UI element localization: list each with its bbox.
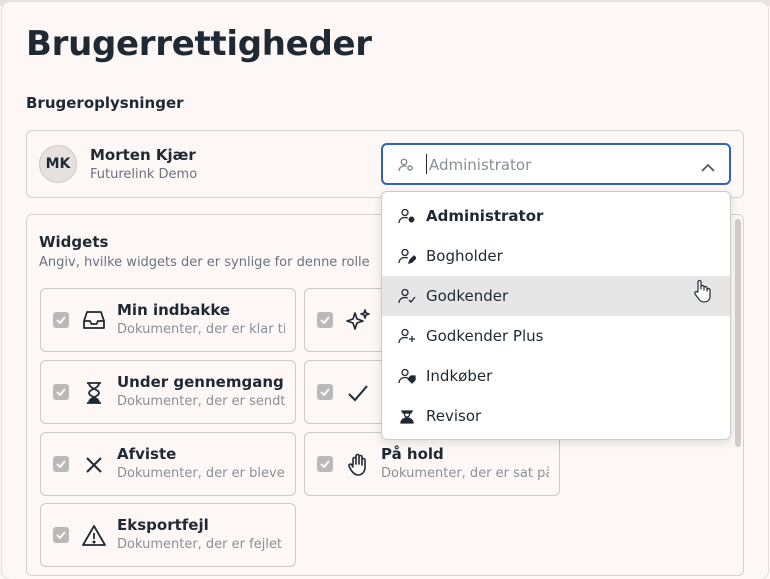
widgets-title: Widgets: [39, 233, 109, 251]
hand-icon: [345, 452, 371, 482]
widget-description: Dokumenter, der er sendt til gennemgang: [117, 394, 285, 409]
widget-title: Afviste: [117, 445, 177, 463]
widget-description: Dokumenter, der er blevet afvist: [117, 466, 285, 481]
hand-pointer-cursor: [692, 279, 712, 307]
user-pen-icon: [398, 248, 417, 268]
widget-description: Dokumenter, der er fejlet ved eksport: [117, 537, 285, 552]
widget-under-gennemgang[interactable]: Under gennemgang Dokumenter, der er send…: [40, 360, 296, 424]
role-option-label: Revisor: [426, 407, 482, 425]
user-card: MK Morten Kjær Futurelink Demo Administr…: [26, 130, 744, 198]
user-info-section-label: Brugeroplysninger: [26, 94, 184, 112]
widget-description: Dokumenter, der er sat på hold: [381, 466, 549, 481]
widget-description: Dokumenter, der er klar til behandling: [117, 322, 285, 337]
role-option-bogholder[interactable]: Bogholder: [382, 236, 730, 276]
role-option-godkender[interactable]: Godkender: [382, 276, 730, 316]
widget-checkbox[interactable]: [317, 384, 333, 400]
role-dropdown: Administrator Bogholder Godkender Godken…: [381, 191, 731, 440]
widget-min-indbakke[interactable]: Min indbakke Dokumenter, der er klar til…: [40, 288, 296, 352]
x-icon: [81, 452, 107, 482]
role-option-administrator[interactable]: Administrator: [382, 196, 730, 236]
widget-checkbox[interactable]: [53, 312, 69, 328]
avatar: MK: [39, 145, 77, 183]
scrollbar[interactable]: [735, 219, 741, 447]
chevron-up-icon[interactable]: [701, 158, 715, 177]
role-option-label: Bogholder: [426, 247, 503, 265]
widget-afviste[interactable]: Afviste Dokumenter, der er blevet afvist: [40, 432, 296, 496]
role-select-value: Administrator: [429, 156, 532, 174]
sparkles-icon: [345, 308, 371, 338]
role-option-indkoeber[interactable]: Indkøber: [382, 356, 730, 396]
widget-checkbox[interactable]: [317, 456, 333, 472]
widget-checkbox[interactable]: [317, 312, 333, 328]
role-option-godkender-plus[interactable]: Godkender Plus: [382, 316, 730, 356]
hourglass-icon: [81, 380, 107, 410]
inbox-icon: [81, 308, 107, 336]
user-gear-icon: [398, 157, 414, 176]
warning-icon: [81, 523, 107, 553]
role-option-label: Indkøber: [426, 367, 493, 385]
widget-checkbox[interactable]: [53, 527, 69, 543]
widget-eksportfejl[interactable]: Eksportfejl Dokumenter, der er fejlet ve…: [40, 503, 296, 567]
widget-title: Under gennemgang: [117, 373, 284, 391]
user-check-icon: [398, 288, 416, 308]
user-tag-icon: [398, 368, 416, 388]
user-organization: Futurelink Demo: [90, 167, 198, 182]
widget-checkbox[interactable]: [53, 456, 69, 472]
widgets-description: Angiv, hvilke widgets der er synlige for…: [39, 255, 370, 270]
widget-title: På hold: [381, 445, 444, 463]
role-select[interactable]: Administrator: [381, 143, 731, 185]
role-option-label: Godkender Plus: [426, 327, 544, 345]
user-plus-icon: [398, 328, 416, 348]
widget-title: Eksportfejl: [117, 516, 209, 534]
widget-title: Min indbakke: [117, 301, 231, 319]
check-icon: [345, 380, 371, 410]
role-option-label: Administrator: [426, 207, 544, 225]
role-option-label: Godkender: [426, 287, 509, 305]
role-option-revisor[interactable]: Revisor: [382, 396, 730, 436]
text-caret: [426, 154, 427, 174]
widget-checkbox[interactable]: [53, 384, 69, 400]
user-rights-modal: Brugerrettigheder Brugeroplysninger MK M…: [2, 2, 768, 579]
user-tie-icon: [398, 408, 416, 428]
user-name: Morten Kjær: [90, 146, 196, 164]
user-gear-icon: [398, 208, 416, 228]
page-title: Brugerrettigheder: [26, 24, 372, 64]
widget-paa-hold[interactable]: På hold Dokumenter, der er sat på hold: [304, 432, 560, 496]
